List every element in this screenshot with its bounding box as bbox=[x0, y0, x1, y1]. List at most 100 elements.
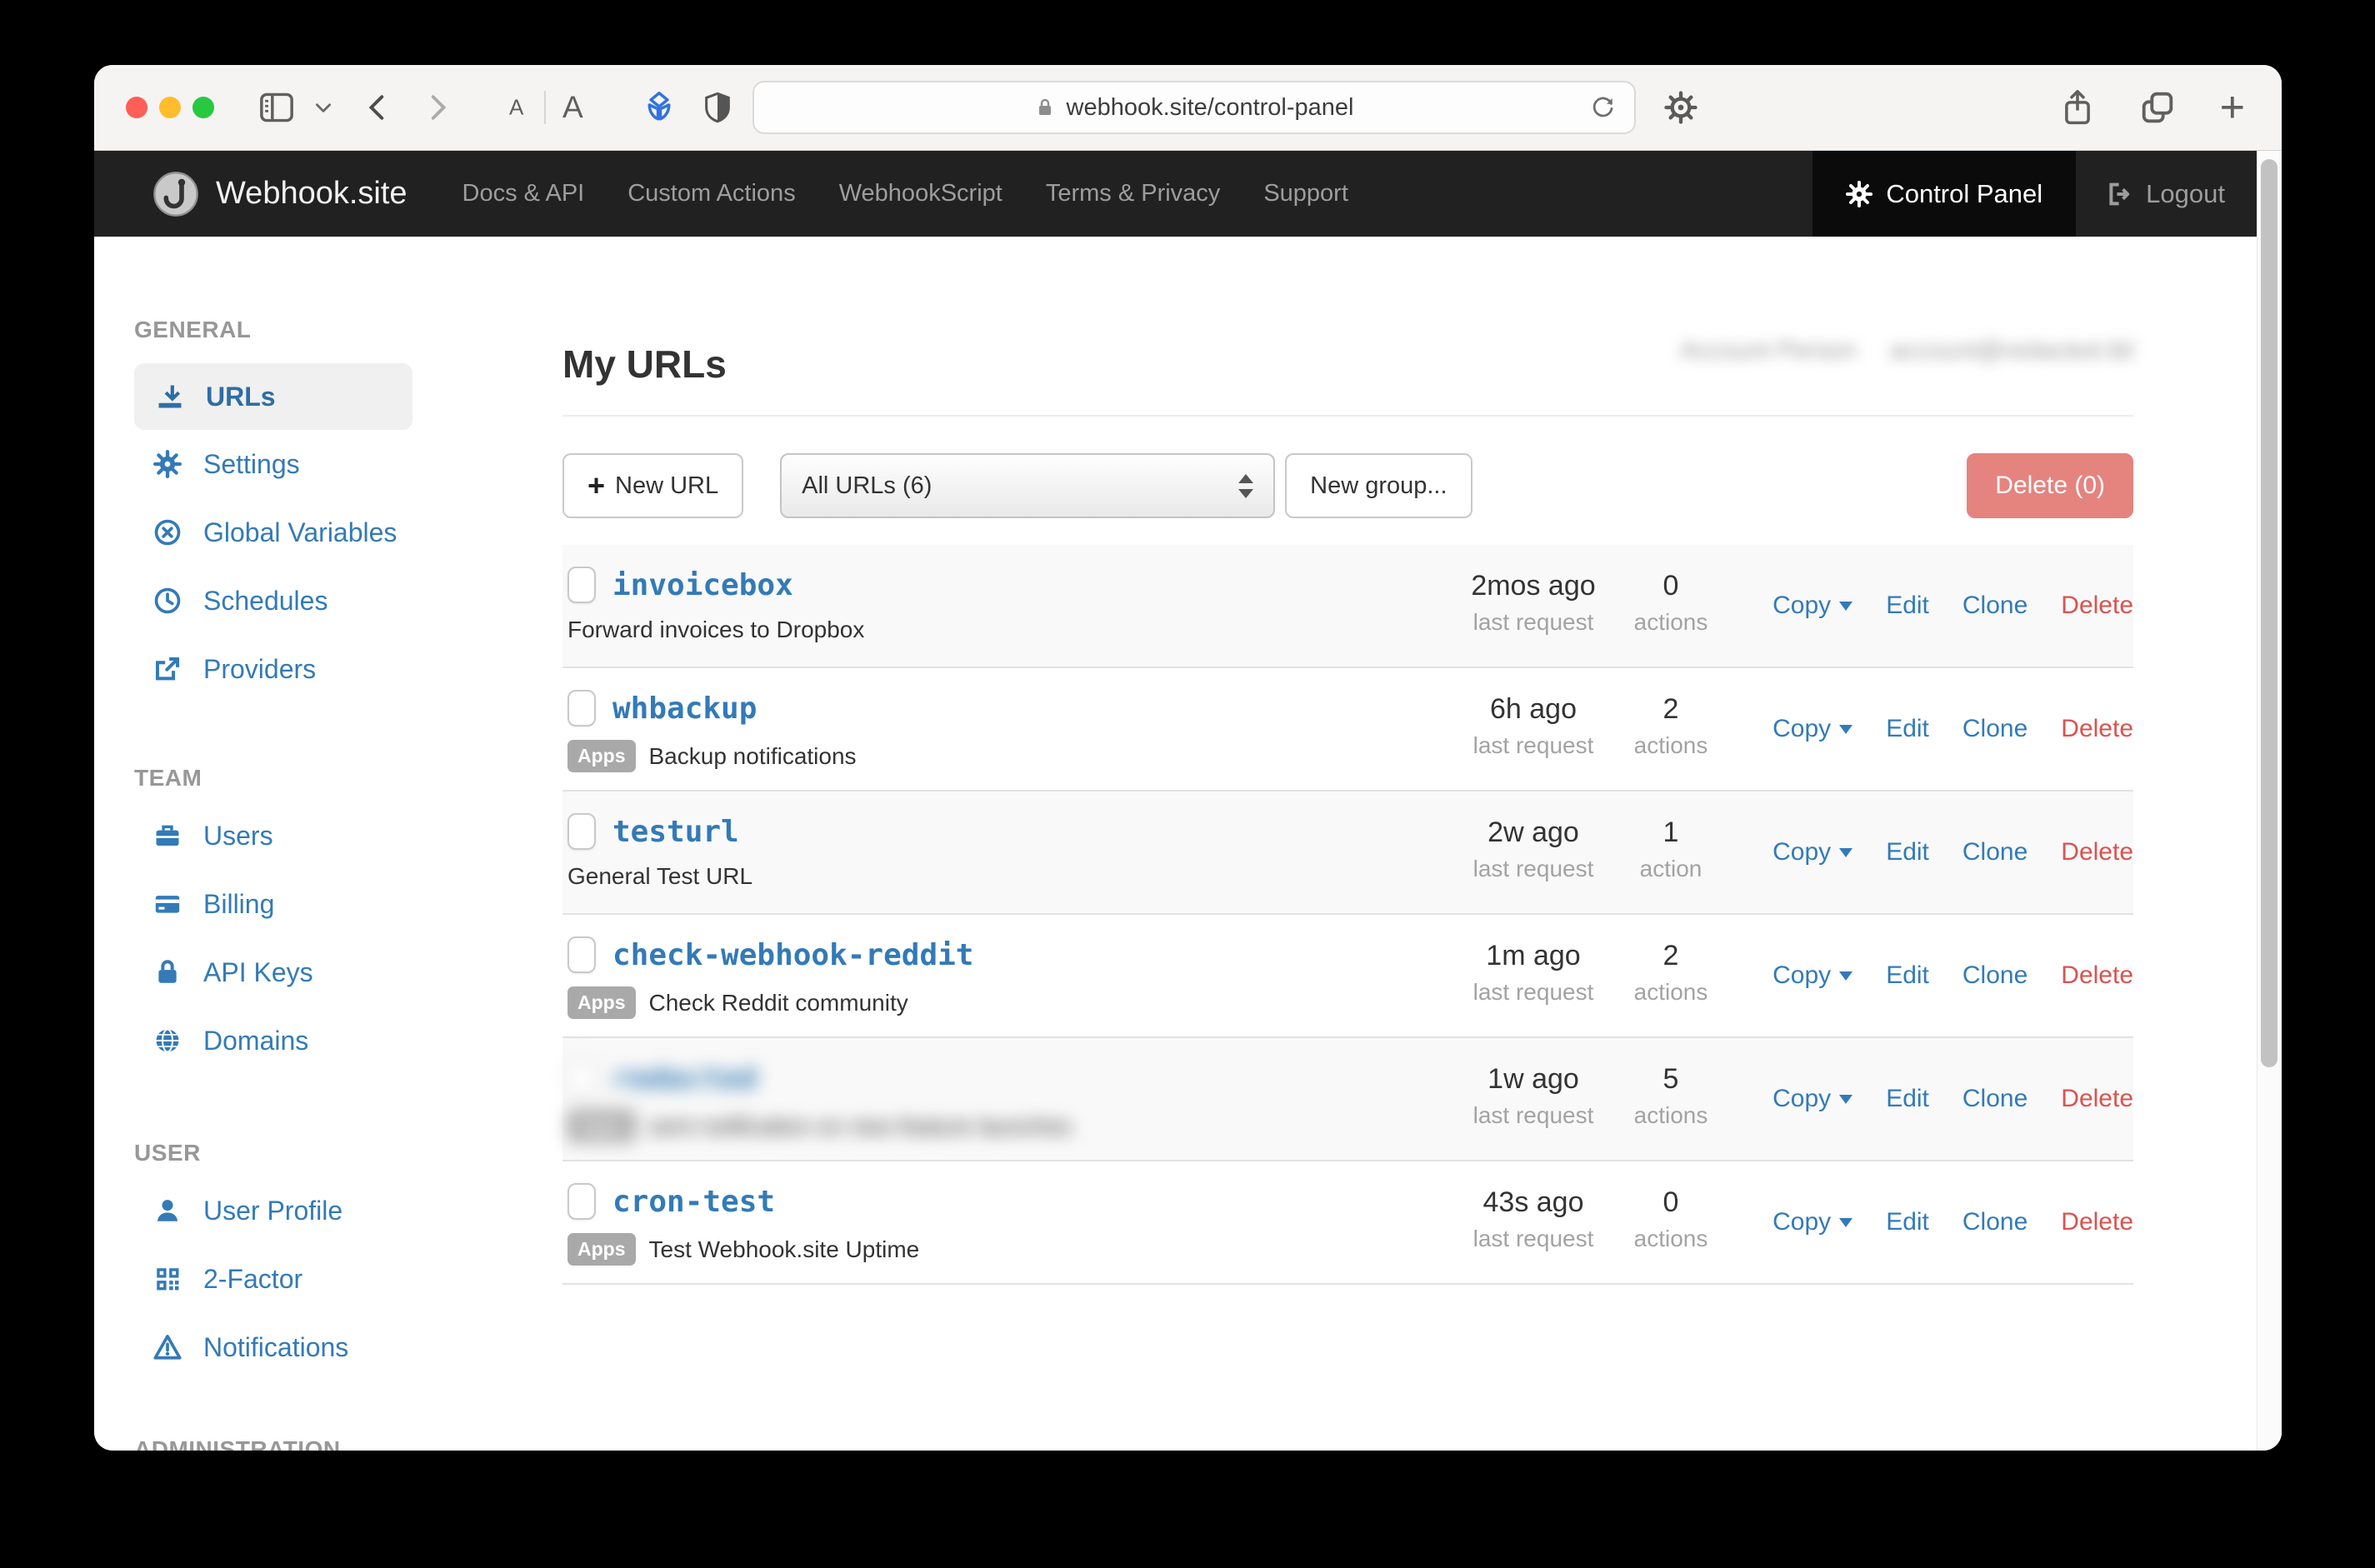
plus-icon: + bbox=[588, 468, 605, 503]
sidebar-item-providers[interactable]: Providers bbox=[132, 635, 504, 703]
actions-label: actions bbox=[1608, 1226, 1733, 1252]
copy-dropdown[interactable]: Copy bbox=[1772, 838, 1852, 866]
sidebar-item-api-keys[interactable]: API Keys bbox=[132, 938, 504, 1006]
copy-dropdown[interactable]: Copy bbox=[1772, 715, 1852, 743]
copy-dropdown[interactable]: Copy bbox=[1772, 961, 1852, 990]
caret-down-icon bbox=[1839, 848, 1852, 857]
caret-down-icon bbox=[1839, 602, 1852, 611]
clone-link[interactable]: Clone bbox=[1962, 1208, 2028, 1236]
row-checkbox[interactable] bbox=[568, 936, 596, 973]
scrollbar-track[interactable] bbox=[2257, 151, 2282, 1451]
zoom-button[interactable] bbox=[192, 97, 214, 118]
url-link[interactable]: testurl bbox=[612, 815, 739, 849]
copy-dropdown[interactable]: Copy bbox=[1772, 592, 1852, 620]
clone-link[interactable]: Clone bbox=[1962, 961, 2028, 990]
new-url-button[interactable]: + New URL bbox=[562, 453, 743, 518]
sidebar-item-notifications[interactable]: Notifications bbox=[132, 1313, 504, 1381]
url-link[interactable]: whbackup bbox=[612, 692, 757, 726]
actions-count: 0 bbox=[1608, 570, 1733, 602]
sidebar-toggle-icon[interactable] bbox=[259, 92, 294, 123]
privacy-shield-icon[interactable] bbox=[701, 89, 734, 126]
url-filter-select[interactable]: All URLs (6) bbox=[780, 453, 1275, 518]
sidebar-item-urls[interactable]: URLs bbox=[134, 363, 412, 430]
tab-overview-icon[interactable] bbox=[2138, 88, 2177, 127]
sidebar-item-settings[interactable]: Settings bbox=[132, 430, 504, 498]
sidebar-heading-team: TEAM bbox=[132, 765, 504, 791]
edit-link[interactable]: Edit bbox=[1886, 1085, 1929, 1113]
lock-icon bbox=[153, 958, 182, 986]
edit-link[interactable]: Edit bbox=[1886, 715, 1929, 743]
new-group-button[interactable]: New group... bbox=[1285, 453, 1472, 518]
last-request-time: 1w ago bbox=[1458, 1063, 1608, 1096]
gear-icon bbox=[153, 450, 182, 478]
clone-link[interactable]: Clone bbox=[1962, 715, 2028, 743]
url-link[interactable]: invoicebox bbox=[612, 568, 793, 602]
page-settings-gear-icon[interactable] bbox=[1664, 91, 1698, 124]
edit-link[interactable]: Edit bbox=[1886, 961, 1929, 990]
url-link[interactable]: redacted bbox=[612, 1061, 757, 1096]
table-row: invoicebox Forward invoices to Dropbox 2… bbox=[562, 545, 2133, 668]
close-button[interactable] bbox=[126, 97, 148, 118]
row-checkbox[interactable] bbox=[568, 567, 596, 603]
row-checkbox[interactable] bbox=[568, 813, 596, 850]
nav-support[interactable]: Support bbox=[1263, 180, 1348, 207]
clone-link[interactable]: Clone bbox=[1962, 592, 2028, 620]
sidebar-item-label: URLs bbox=[206, 382, 276, 412]
table-row: testurl General Test URL 2w ago last req… bbox=[562, 791, 2133, 915]
url-description: Forward invoices to Dropbox bbox=[568, 617, 864, 643]
clone-link[interactable]: Clone bbox=[1962, 838, 2028, 866]
sidebar-item-2-factor[interactable]: 2-Factor bbox=[132, 1245, 504, 1313]
increase-text-size-button[interactable]: A bbox=[562, 90, 583, 125]
edit-link[interactable]: Edit bbox=[1886, 1208, 1929, 1236]
reload-icon[interactable] bbox=[1591, 94, 1616, 122]
delete-link[interactable]: Delete bbox=[2061, 838, 2133, 866]
chevron-down-icon[interactable] bbox=[312, 97, 334, 118]
sidebar-item-billing[interactable]: Billing bbox=[132, 870, 504, 938]
copy-dropdown[interactable]: Copy bbox=[1772, 1208, 1852, 1236]
actions-label: actions bbox=[1608, 979, 1733, 1006]
clone-link[interactable]: Clone bbox=[1962, 1085, 2028, 1113]
copy-dropdown[interactable]: Copy bbox=[1772, 1085, 1852, 1113]
nav-terms-privacy[interactable]: Terms & Privacy bbox=[1046, 180, 1220, 207]
row-checkbox[interactable] bbox=[568, 1183, 596, 1220]
extension-icon[interactable] bbox=[641, 89, 678, 126]
back-button[interactable] bbox=[362, 91, 392, 124]
edit-link[interactable]: Edit bbox=[1886, 592, 1929, 620]
delete-link[interactable]: Delete bbox=[2061, 715, 2133, 743]
row-checkbox[interactable] bbox=[568, 690, 596, 727]
nav-docs-api[interactable]: Docs & API bbox=[462, 180, 585, 207]
delete-selected-button[interactable]: Delete (0) bbox=[1967, 453, 2133, 518]
table-row: redacted Apps sent notification on new f… bbox=[562, 1038, 2133, 1161]
caret-down-icon bbox=[1839, 971, 1852, 981]
edit-link[interactable]: Edit bbox=[1886, 838, 1929, 866]
control-panel-tab[interactable]: Control Panel bbox=[1812, 151, 2076, 237]
decrease-text-size-button[interactable]: A bbox=[509, 95, 523, 121]
forward-button[interactable] bbox=[422, 91, 452, 124]
share-icon[interactable] bbox=[2060, 87, 2095, 127]
sidebar-item-global-variables[interactable]: Global Variables bbox=[132, 498, 504, 567]
url-link[interactable]: cron-test bbox=[612, 1185, 775, 1219]
brand[interactable]: Webhook.site bbox=[152, 171, 408, 217]
delete-link[interactable]: Delete bbox=[2061, 961, 2133, 990]
sidebar-item-users[interactable]: Users bbox=[132, 801, 504, 870]
nav-webhookscript[interactable]: WebhookScript bbox=[839, 180, 1002, 207]
sidebar-item-schedules[interactable]: Schedules bbox=[132, 567, 504, 635]
delete-link[interactable]: Delete bbox=[2061, 1085, 2133, 1113]
url-link[interactable]: check-webhook-reddit bbox=[612, 938, 973, 972]
nav-custom-actions[interactable]: Custom Actions bbox=[628, 180, 795, 207]
sidebar-item-user-profile[interactable]: User Profile bbox=[132, 1176, 504, 1245]
scrollbar-thumb[interactable] bbox=[2261, 159, 2278, 1067]
sidebar-item-domains[interactable]: Domains bbox=[132, 1006, 504, 1075]
caret-down-icon bbox=[1839, 1095, 1852, 1104]
minimize-button[interactable] bbox=[159, 97, 181, 118]
new-tab-button[interactable]: + bbox=[2220, 91, 2245, 124]
logout-icon bbox=[2106, 180, 2134, 208]
logout-button[interactable]: Logout bbox=[2076, 151, 2255, 237]
address-bar[interactable]: webhook.site/control-panel bbox=[752, 81, 1636, 134]
delete-link[interactable]: Delete bbox=[2061, 592, 2133, 620]
last-request-label: last request bbox=[1458, 609, 1608, 636]
sidebar-item-label: Global Variables bbox=[203, 517, 397, 548]
row-checkbox[interactable] bbox=[568, 1060, 596, 1096]
apps-badge: Apps bbox=[568, 986, 636, 1019]
delete-link[interactable]: Delete bbox=[2061, 1208, 2133, 1236]
